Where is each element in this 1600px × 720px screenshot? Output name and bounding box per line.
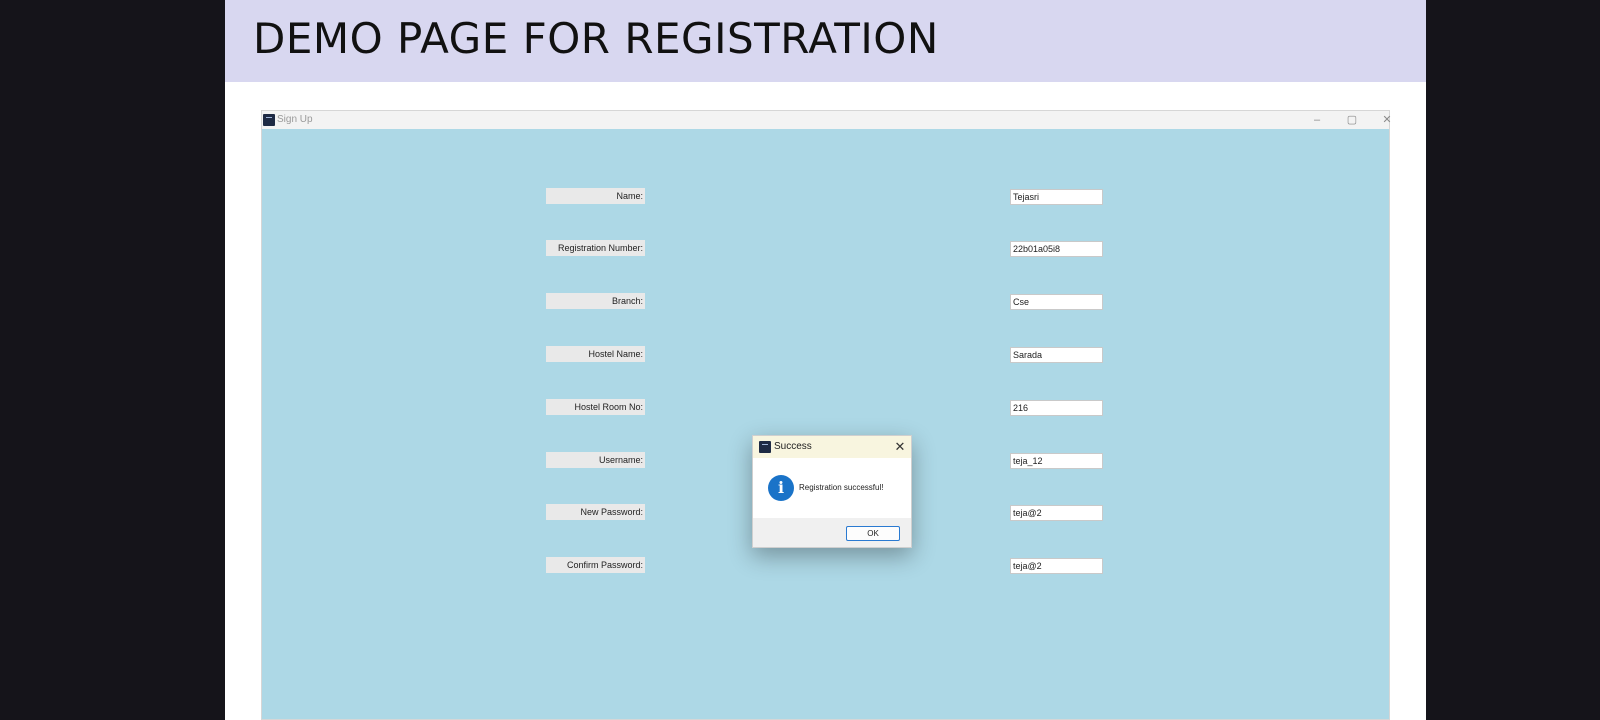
- close-button[interactable]: ✕: [1372, 112, 1402, 128]
- maximize-button[interactable]: ▢: [1337, 112, 1367, 128]
- success-dialog: Success ✕ i Registration successful! OK: [752, 435, 912, 548]
- registration-number-field[interactable]: 22b01a05i8: [1010, 241, 1103, 257]
- registration-number-label: Registration Number:: [546, 240, 645, 256]
- name-field[interactable]: Tejasri: [1010, 189, 1103, 205]
- dialog-footer: OK: [753, 518, 911, 547]
- dialog-body: i Registration successful!: [753, 458, 911, 518]
- dialog-message: Registration successful!: [799, 483, 884, 492]
- slide: DEMO PAGE FOR REGISTRATION Sign Up – ▢ ✕…: [225, 0, 1426, 720]
- confirm-password-label: Confirm Password:: [546, 557, 645, 573]
- name-label: Name:: [546, 188, 645, 204]
- sign-up-window: Sign Up – ▢ ✕ Name: Tejasri Registration…: [261, 110, 1392, 720]
- confirm-password-field[interactable]: teja@2: [1010, 558, 1103, 574]
- new-password-label: New Password:: [546, 504, 645, 520]
- hostel-name-label: Hostel Name:: [546, 346, 645, 362]
- dialog-titlebar[interactable]: Success ✕: [753, 436, 911, 458]
- hostel-room-no-label: Hostel Room No:: [546, 399, 645, 415]
- dialog-app-icon: [759, 441, 771, 453]
- window-title: Sign Up: [277, 114, 313, 125]
- window-titlebar[interactable]: Sign Up – ▢ ✕: [262, 111, 1392, 129]
- dialog-title: Success: [774, 441, 812, 452]
- app-icon: [263, 114, 275, 126]
- ok-button[interactable]: OK: [846, 526, 900, 541]
- info-icon: i: [768, 475, 794, 501]
- new-password-field[interactable]: teja@2: [1010, 505, 1103, 521]
- username-label: Username:: [546, 452, 645, 468]
- slide-title: DEMO PAGE FOR REGISTRATION: [253, 14, 939, 63]
- slide-header: DEMO PAGE FOR REGISTRATION: [225, 0, 1426, 82]
- hostel-name-field[interactable]: Sarada: [1010, 347, 1103, 363]
- hostel-room-no-field[interactable]: 216: [1010, 400, 1103, 416]
- branch-label: Branch:: [546, 293, 645, 309]
- dialog-close-button[interactable]: ✕: [891, 438, 909, 456]
- minimize-button[interactable]: –: [1302, 112, 1332, 128]
- branch-field[interactable]: Cse: [1010, 294, 1103, 310]
- username-field[interactable]: teja_12: [1010, 453, 1103, 469]
